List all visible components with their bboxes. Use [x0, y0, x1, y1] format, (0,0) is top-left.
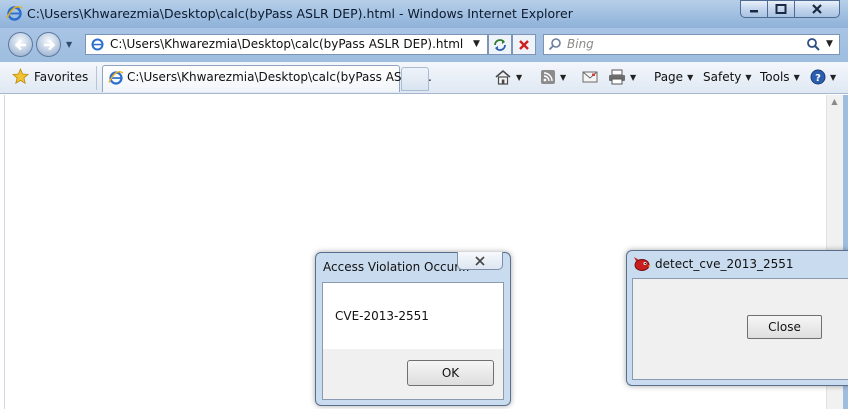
close-window-button[interactable] — [794, 0, 840, 18]
search-icon[interactable] — [806, 37, 820, 51]
address-url[interactable]: C:\Users\Khwarezmia\Desktop\calc(byPass … — [110, 37, 463, 51]
page-menu[interactable]: Page ▼ — [654, 68, 693, 86]
safety-chevron-down-icon[interactable]: ▼ — [745, 73, 751, 82]
refresh-icon — [494, 38, 506, 51]
safety-menu-label[interactable]: Safety — [703, 70, 741, 84]
back-arrow-icon — [14, 39, 26, 50]
dialog-message: CVE-2013-2551 — [335, 309, 429, 323]
print-button[interactable]: ▼ — [608, 68, 636, 86]
forward-button[interactable] — [36, 32, 61, 57]
feeds-button[interactable]: ▼ — [540, 68, 566, 86]
minimize-icon — [750, 10, 758, 13]
refresh-button[interactable] — [488, 34, 512, 55]
tab-title[interactable]: C:\Users\Khwarezmia\Desktop\calc(byPass … — [127, 70, 432, 84]
safety-menu[interactable]: Safety ▼ — [703, 68, 752, 86]
read-mail-button[interactable] — [582, 68, 598, 86]
search-options-chevron-down-icon[interactable]: ▼ — [826, 39, 833, 49]
print-chevron-down-icon[interactable]: ▼ — [630, 73, 636, 82]
printer-icon — [609, 69, 625, 85]
help-icon: ? — [810, 69, 826, 85]
back-button[interactable] — [8, 32, 33, 57]
minimize-button[interactable] — [740, 0, 768, 18]
rss-feed-icon — [541, 70, 555, 84]
search-input[interactable]: Bing — [567, 37, 594, 51]
close-icon — [812, 4, 822, 14]
dialog-title: detect_cve_2013_2551 — [655, 257, 794, 271]
address-chevron-down-icon[interactable]: ▼ — [473, 39, 480, 49]
recent-pages-chevron-down-icon[interactable]: ▼ — [66, 40, 76, 50]
home-button[interactable]: ▼ — [494, 68, 522, 86]
new-tab-button[interactable] — [401, 67, 429, 91]
separator — [96, 66, 97, 90]
close-icon — [475, 255, 485, 266]
ok-button[interactable]: OK — [407, 360, 494, 386]
home-icon — [495, 69, 511, 85]
tools-menu-label[interactable]: Tools — [760, 70, 790, 84]
favorites-button[interactable]: Favorites — [34, 70, 88, 84]
stop-button[interactable] — [512, 34, 536, 55]
tools-chevron-down-icon[interactable]: ▼ — [794, 73, 800, 82]
mail-icon — [582, 71, 598, 83]
maximize-button[interactable] — [767, 0, 795, 18]
favorites-star-icon[interactable] — [12, 68, 29, 85]
svg-text:?: ? — [815, 73, 821, 84]
home-chevron-down-icon[interactable]: ▼ — [516, 73, 522, 82]
page-icon — [91, 38, 104, 51]
red-bird-icon — [634, 257, 651, 271]
page-menu-label[interactable]: Page — [654, 70, 683, 84]
scroll-up-arrow-icon[interactable]: ▲ — [826, 97, 843, 111]
maximize-icon — [775, 4, 787, 14]
feeds-chevron-down-icon[interactable]: ▼ — [560, 73, 566, 82]
close-button[interactable]: Close — [747, 315, 822, 339]
dialog-close-button[interactable] — [457, 252, 503, 270]
help-menu[interactable]: ? ▼ — [810, 68, 836, 86]
stop-icon — [519, 39, 529, 50]
search-provider-icon — [548, 38, 561, 51]
page-chevron-down-icon[interactable]: ▼ — [687, 73, 693, 82]
forward-arrow-icon — [43, 39, 55, 50]
internet-explorer-icon — [108, 71, 124, 85]
window-title: C:\Users\Khwarezmia\Desktop\calc(byPass … — [27, 6, 573, 21]
dialog-title: Access Violation Occur... — [323, 260, 470, 274]
tools-menu[interactable]: Tools ▼ — [760, 68, 800, 86]
help-chevron-down-icon[interactable]: ▼ — [830, 73, 836, 82]
internet-explorer-icon — [6, 5, 23, 21]
